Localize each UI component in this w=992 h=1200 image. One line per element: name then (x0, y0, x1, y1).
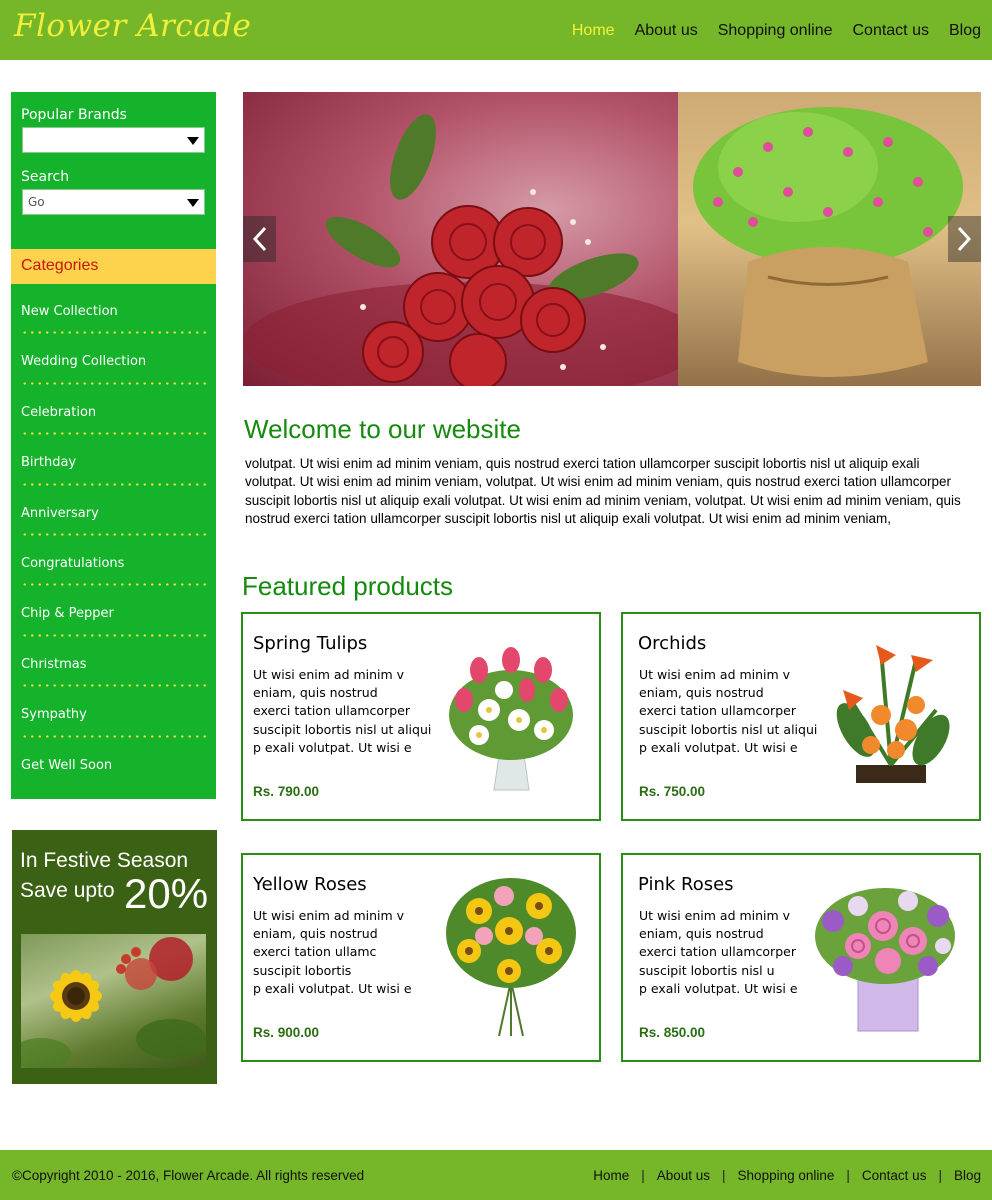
search-label: Search (21, 169, 70, 185)
slider-prev-button[interactable] (243, 216, 276, 262)
site-header: Flower Arcade Home About us Shopping onl… (0, 0, 992, 60)
featured-title: Featured products (242, 571, 454, 601)
search-select-value: Go (28, 195, 45, 209)
chevron-left-icon (252, 226, 267, 252)
copyright-text: ©Copyright 2010 - 2016, Flower Arcade. A… (12, 1168, 365, 1183)
yellow-rose-bouquet-image[interactable] (439, 871, 584, 1037)
nav-shopping[interactable]: Shopping online (718, 22, 833, 40)
category-label[interactable]: Anniversary (21, 506, 99, 521)
product-description: Ut wisi enim ad minim v eniam, quis nost… (639, 908, 798, 996)
dropdown-arrow-icon (187, 137, 199, 145)
footer-link-home[interactable]: Home (593, 1168, 629, 1183)
chevron-right-icon (957, 226, 972, 252)
red-roses-slide-image (243, 92, 703, 386)
category-item[interactable]: Christmas (11, 637, 216, 688)
product-price: Rs. 790.00 (253, 784, 320, 799)
category-label[interactable]: Christmas (21, 657, 87, 672)
brands-label: Popular Brands (21, 107, 127, 123)
footer-link-shopping[interactable]: Shopping online (738, 1168, 835, 1183)
category-label[interactable]: Celebration (21, 405, 96, 420)
product-description: Ut wisi enim ad minim v eniam, quis nost… (639, 667, 818, 755)
product-card-spring-tulips[interactable]: Spring Tulips Ut wisi enim ad minim v en… (241, 612, 601, 821)
product-name[interactable]: Orchids (638, 633, 706, 654)
category-item[interactable]: New Collection (11, 284, 216, 335)
category-label[interactable]: Chip & Pepper (21, 606, 114, 621)
site-footer: ©Copyright 2010 - 2016, Flower Arcade. A… (0, 1150, 992, 1200)
slider-next-button[interactable] (948, 216, 981, 262)
product-card-orchids[interactable]: Orchids Ut wisi enim ad minim v eniam, q… (621, 612, 981, 821)
category-item[interactable]: Chip & Pepper (11, 586, 216, 637)
brands-select[interactable] (22, 127, 205, 153)
promo-line2: Save upto (20, 879, 115, 902)
footer-separator: | (846, 1168, 850, 1183)
sunflower-promo-image (21, 934, 206, 1068)
category-list: New Collection Wedding Collection Celebr… (11, 284, 216, 788)
image-slider (243, 92, 981, 386)
footer-separator: | (938, 1168, 942, 1183)
product-name[interactable]: Yellow Roses (253, 874, 367, 895)
category-item[interactable]: Congratulations (11, 536, 216, 587)
category-item[interactable]: Wedding Collection (11, 334, 216, 385)
categories-title: Categories (21, 257, 99, 274)
site-logo[interactable]: Flower Arcade (14, 8, 251, 44)
category-label[interactable]: Congratulations (21, 556, 124, 571)
footer-separator: | (722, 1168, 726, 1183)
category-label[interactable]: Birthday (21, 455, 76, 470)
product-card-yellow-roses[interactable]: Yellow Roses Ut wisi enim ad minim v eni… (241, 853, 601, 1062)
footer-link-contact[interactable]: Contact us (862, 1168, 927, 1183)
product-description: Ut wisi enim ad minim v eniam, quis nost… (253, 667, 432, 755)
product-card-pink-roses[interactable]: Pink Roses Ut wisi enim ad minim v eniam… (621, 853, 981, 1062)
category-item[interactable]: Get Well Soon (11, 738, 216, 788)
footer-link-blog[interactable]: Blog (954, 1168, 981, 1183)
product-price: Rs. 850.00 (639, 1025, 706, 1040)
promo-percent: 20% (124, 870, 209, 917)
category-label[interactable]: Sympathy (21, 707, 87, 722)
category-item[interactable]: Sympathy (11, 687, 216, 738)
welcome-title: Welcome to our website (244, 414, 521, 444)
nav-about[interactable]: About us (635, 22, 698, 40)
category-item[interactable]: Anniversary (11, 486, 216, 536)
festive-promo-banner[interactable]: In Festive Season Save upto 20% (12, 830, 217, 1084)
category-label[interactable]: Get Well Soon (21, 758, 112, 773)
product-name[interactable]: Pink Roses (638, 874, 734, 895)
category-item[interactable]: Celebration (11, 385, 216, 436)
category-label[interactable]: Wedding Collection (21, 354, 146, 369)
category-label[interactable]: New Collection (21, 304, 118, 319)
product-price: Rs. 900.00 (253, 1025, 320, 1040)
footer-nav: Home | About us | Shopping online | Cont… (593, 1168, 981, 1183)
sidebar: Popular Brands Search Go Categories New … (11, 92, 216, 799)
flower-pot-slide-image (678, 92, 981, 386)
categories-header: Categories (11, 249, 216, 284)
welcome-text: volutpat. Ut wisi enim ad minim veniam, … (245, 456, 961, 526)
product-price: Rs. 750.00 (639, 784, 706, 799)
footer-link-about[interactable]: About us (657, 1168, 710, 1183)
nav-contact[interactable]: Contact us (852, 22, 928, 40)
footer-separator: | (641, 1168, 645, 1183)
product-name[interactable]: Spring Tulips (253, 633, 367, 654)
nav-home[interactable]: Home (572, 22, 615, 40)
category-item[interactable]: Birthday (11, 435, 216, 486)
pink-rose-vase-image[interactable] (813, 871, 958, 1036)
product-description: Ut wisi enim ad minim v eniam, quis nost… (253, 908, 412, 996)
dropdown-arrow-icon (187, 199, 199, 207)
search-select[interactable]: Go (22, 189, 205, 215)
tulip-bouquet-image[interactable] (439, 630, 584, 795)
orchid-arrangement-image[interactable] (821, 630, 966, 795)
main-nav: Home About us Shopping online Contact us… (572, 22, 981, 40)
nav-blog[interactable]: Blog (949, 22, 981, 40)
